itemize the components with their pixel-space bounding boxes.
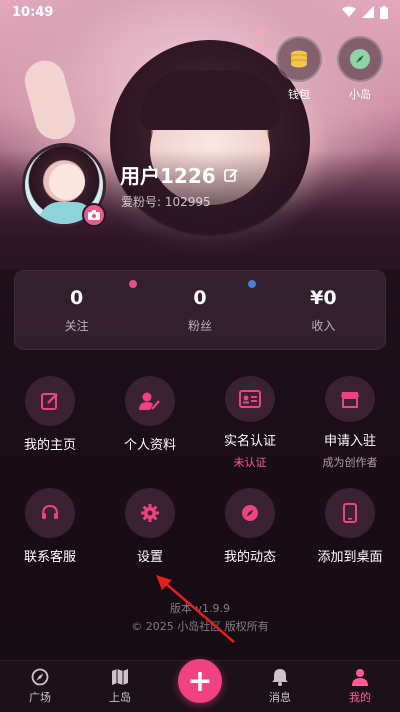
status-bar: 10:49 — [0, 0, 400, 24]
map-icon — [112, 668, 128, 685]
person-icon — [352, 668, 368, 686]
stat-following[interactable]: 0 关注 — [15, 271, 138, 349]
menu-add-to-desktop[interactable]: 添加到桌面 — [300, 488, 400, 582]
menu-grid: 我的主页 个人资料 实名认证 未认证 申请入驻 成为创作者 联系客服 设置 我的… — [0, 376, 400, 582]
compass-icon — [31, 668, 49, 685]
id-card-icon — [239, 390, 261, 408]
status-time: 10:49 — [12, 4, 54, 20]
signal-icon — [362, 6, 374, 18]
wallet-button[interactable]: 钱包 — [274, 36, 324, 102]
headset-icon — [42, 504, 58, 519]
bell-icon — [272, 668, 288, 686]
menu-my-posts[interactable]: 我的动态 — [200, 488, 300, 582]
wifi-icon — [342, 6, 356, 17]
stat-fans[interactable]: 0 粉丝 — [138, 271, 261, 349]
store-icon — [341, 392, 359, 408]
decorative-dot-pink — [129, 280, 137, 288]
menu-profile-info[interactable]: 个人资料 — [100, 376, 200, 470]
nav-me[interactable]: 我的 — [320, 660, 400, 712]
wallet-label: 钱包 — [288, 88, 310, 101]
nav-plaza[interactable]: 广场 — [0, 660, 80, 712]
menu-my-homepage[interactable]: 我的主页 — [0, 376, 100, 470]
coins-icon — [291, 50, 307, 68]
nav-go-island[interactable]: 上岛 — [80, 660, 160, 712]
camera-icon — [88, 210, 100, 220]
username-text: 用户1226 — [120, 164, 216, 188]
decorative-dot-blue — [248, 280, 256, 288]
username: 用户1226 — [120, 160, 238, 189]
create-post-button[interactable]: + — [178, 659, 222, 703]
stat-income[interactable]: ¥0 收入 — [262, 271, 385, 349]
edit-name-icon[interactable] — [223, 168, 238, 182]
creator-hint: 成为创作者 — [322, 456, 378, 469]
nav-messages[interactable]: 消息 — [240, 660, 320, 712]
menu-real-name-verification[interactable]: 实名认证 未认证 — [200, 376, 300, 470]
compass-icon — [350, 49, 370, 69]
phone-icon — [343, 503, 357, 523]
profile-screen: ♥ ♥ 10:49 钱包 小岛 用户1226 爱粉号: 102995 0 关注 … — [0, 0, 400, 712]
menu-settings[interactable]: 设置 — [100, 488, 200, 582]
edit-icon — [41, 393, 58, 410]
version-info: 版本 v1.9.9 © 2025 小岛社区 版权所有 — [0, 600, 400, 636]
menu-apply-creator[interactable]: 申请入驻 成为创作者 — [300, 376, 400, 470]
verification-status: 未认证 — [233, 456, 267, 469]
version-text: 版本 v1.9.9 — [170, 602, 230, 615]
change-avatar-button[interactable] — [82, 203, 106, 227]
menu-customer-service[interactable]: 联系客服 — [0, 488, 100, 582]
island-button[interactable]: 小岛 — [335, 36, 385, 102]
island-label: 小岛 — [349, 88, 371, 101]
fan-id: 爱粉号: 102995 — [121, 195, 211, 209]
copyright-text: © 2025 小岛社区 版权所有 — [131, 620, 269, 633]
battery-icon — [380, 5, 388, 19]
stats-card: 0 关注 0 粉丝 ¥0 收入 — [14, 270, 386, 350]
compass-icon — [242, 505, 258, 521]
user-edit-icon — [139, 392, 160, 410]
gear-icon — [141, 504, 159, 522]
